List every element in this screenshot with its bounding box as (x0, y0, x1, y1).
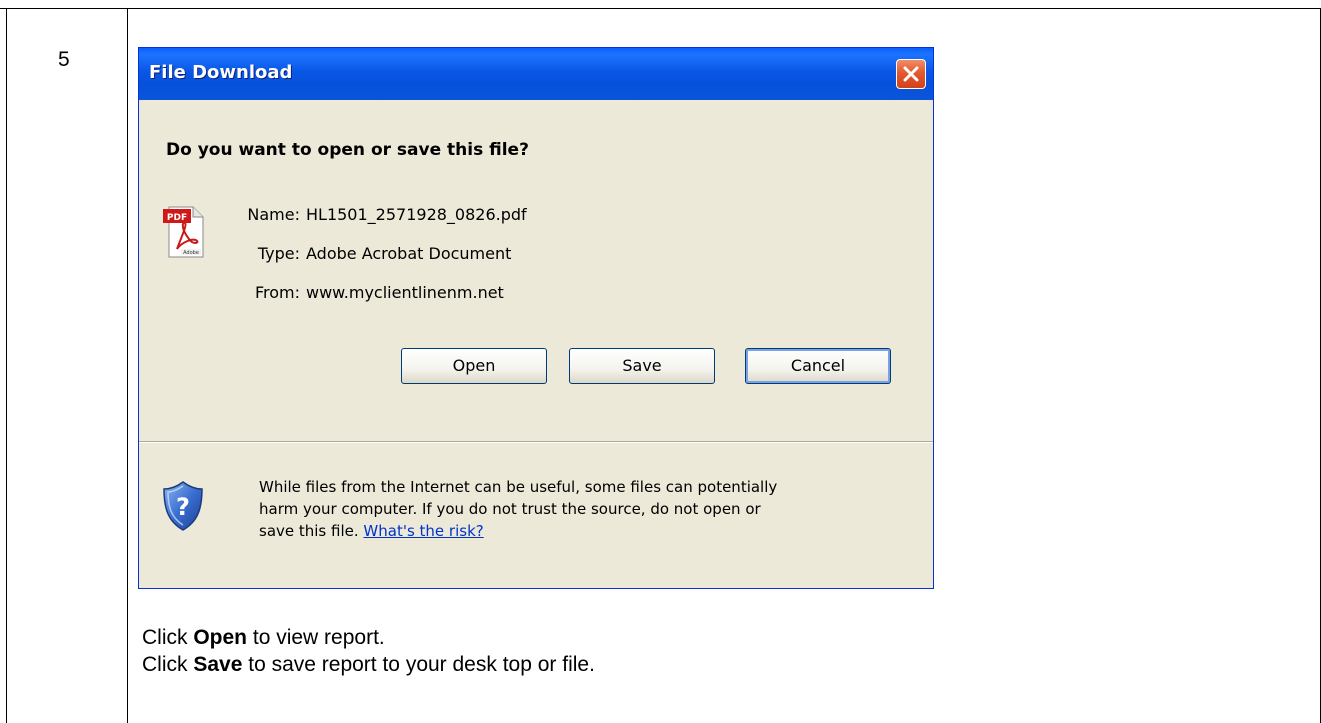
warning-line-3-text: save this file. (259, 522, 359, 540)
svg-text:Adobe: Adobe (183, 250, 199, 256)
warning-line-2: harm your computer. If you do not trust … (259, 500, 761, 518)
file-type-value: Adobe Acrobat Document (306, 244, 512, 263)
dialog-question: Do you want to open or save this file? (166, 140, 529, 160)
shield-question-icon: ? (163, 481, 203, 531)
table-column-divider (127, 8, 128, 723)
file-name-row: Name: HL1501_2571928_0826.pdf (219, 205, 527, 224)
file-download-dialog: File Download Do you want to open or sav… (138, 47, 934, 589)
dialog-separator-highlight (139, 442, 933, 443)
warning-line-1: While files from the Internet can be use… (259, 478, 778, 496)
instructions: Click Open to view report. Click Save to… (142, 624, 595, 678)
close-icon (903, 66, 919, 82)
save-button[interactable]: Save (569, 348, 715, 384)
warning-line-3: save this file. What's the risk? (259, 520, 919, 542)
close-button[interactable] (896, 59, 926, 89)
instruction-1-action: Open (193, 626, 248, 649)
file-name-value: HL1501_2571928_0826.pdf (306, 205, 527, 224)
file-type-label: Type: (257, 244, 300, 263)
instruction-2-prefix: Click (142, 653, 188, 676)
file-from-value: www.myclientlinenm.net (306, 283, 504, 302)
dialog-title: File Download (149, 62, 293, 83)
file-from-row: From: www.myclientlinenm.net (219, 283, 504, 302)
table-left-border (6, 8, 7, 723)
pdf-file-icon: PDF Adobe (163, 206, 204, 258)
open-button[interactable]: Open (401, 348, 547, 384)
instruction-2-action: Save (193, 653, 243, 676)
svg-text:?: ? (176, 493, 190, 521)
instruction-1-prefix: Click (142, 626, 188, 649)
instruction-2-suffix: to save report to your desk top or file. (248, 653, 595, 676)
svg-text:PDF: PDF (167, 213, 187, 223)
file-name-label: Name: (247, 205, 300, 224)
step-number: 5 (58, 48, 70, 71)
table-top-border (0, 8, 1321, 9)
file-type-row: Type: Adobe Acrobat Document (219, 244, 512, 263)
file-from-label: From: (254, 283, 300, 302)
instruction-1-suffix: to view report. (252, 626, 385, 649)
instruction-line-1: Click Open to view report. (142, 624, 595, 651)
security-warning: While files from the Internet can be use… (259, 476, 919, 542)
cancel-button[interactable]: Cancel (745, 348, 891, 384)
whats-the-risk-link[interactable]: What's the risk? (363, 522, 483, 540)
instruction-line-2: Click Save to save report to your desk t… (142, 651, 595, 678)
dialog-title-bar[interactable]: File Download (139, 48, 933, 100)
